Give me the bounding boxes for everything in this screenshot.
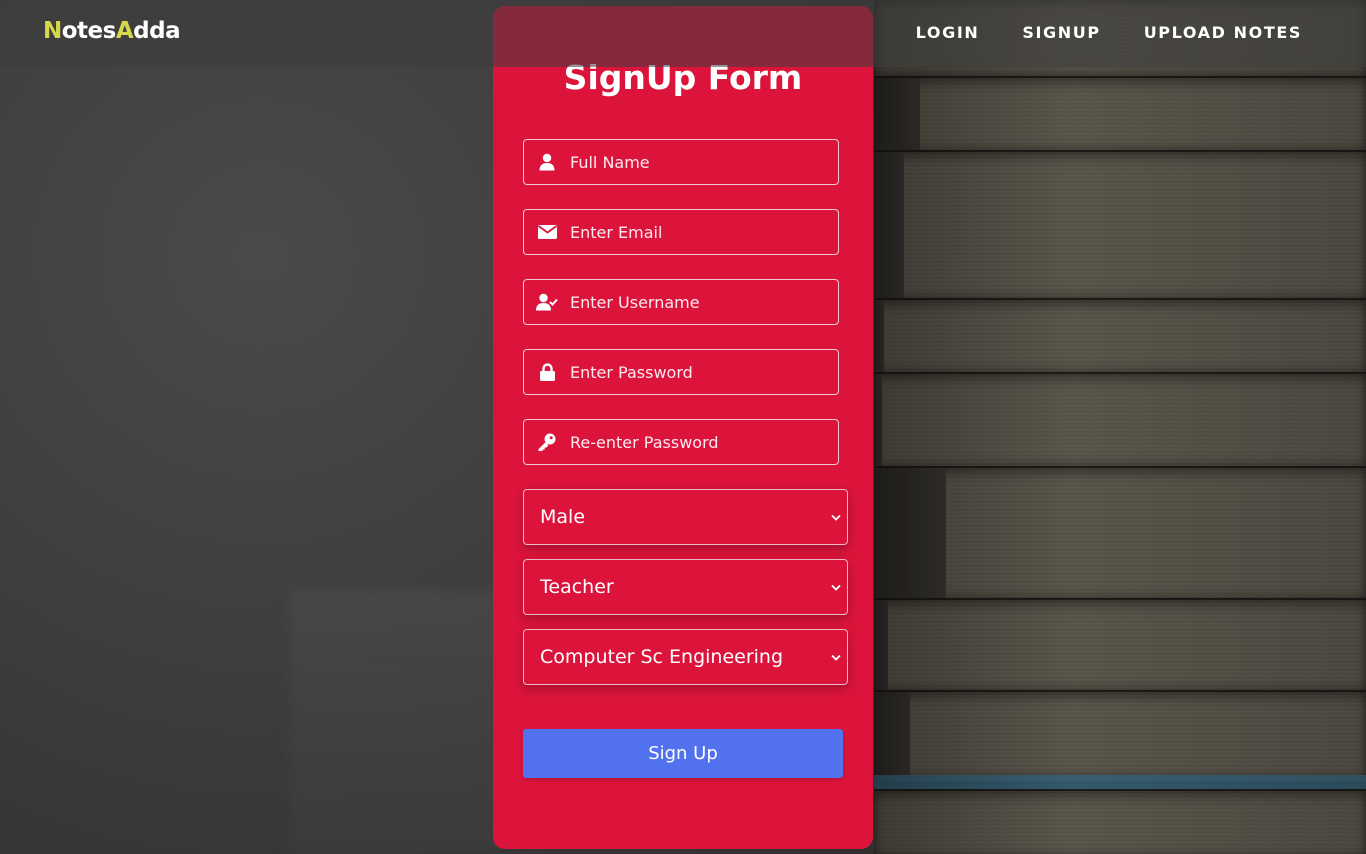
nav-links: LOGIN SIGNUP UPLOAD NOTES (916, 23, 1302, 42)
user-icon (524, 153, 570, 171)
signup-form-card: SignUp Form Male Te (493, 6, 873, 849)
nav-login-link[interactable]: LOGIN (916, 23, 980, 42)
navbar: NotesAdda LOGIN SIGNUP UPLOAD NOTES (0, 0, 1366, 67)
key-icon (524, 433, 570, 451)
role-select[interactable]: Teacher (523, 559, 848, 615)
full-name-field[interactable] (523, 139, 839, 185)
background-blur-shape (290, 590, 500, 854)
lock-icon (524, 363, 570, 381)
nav-signup-link[interactable]: SIGNUP (1022, 23, 1100, 42)
gender-select-value: Male (540, 506, 586, 528)
email-input[interactable] (570, 222, 838, 242)
username-field[interactable] (523, 279, 839, 325)
branch-select[interactable]: Computer Sc Engineering (523, 629, 848, 685)
user-check-icon (524, 293, 570, 311)
chevron-down-icon (827, 514, 845, 521)
chevron-down-icon (827, 654, 845, 661)
username-input[interactable] (570, 292, 838, 312)
confirm-password-input[interactable] (570, 432, 838, 452)
chevron-down-icon (827, 584, 845, 591)
logo[interactable]: NotesAdda (43, 18, 181, 44)
nav-upload-notes-link[interactable]: UPLOAD NOTES (1144, 23, 1302, 42)
full-name-input[interactable] (570, 152, 838, 172)
role-select-value: Teacher (540, 576, 614, 598)
gender-select[interactable]: Male (523, 489, 848, 545)
password-input[interactable] (570, 362, 838, 382)
email-field[interactable] (523, 209, 839, 255)
envelope-icon (524, 225, 570, 239)
password-field[interactable] (523, 349, 839, 395)
confirm-password-field[interactable] (523, 419, 839, 465)
background-books-image (874, 0, 1366, 854)
branch-select-value: Computer Sc Engineering (540, 646, 784, 668)
signup-button[interactable]: Sign Up (523, 729, 843, 778)
